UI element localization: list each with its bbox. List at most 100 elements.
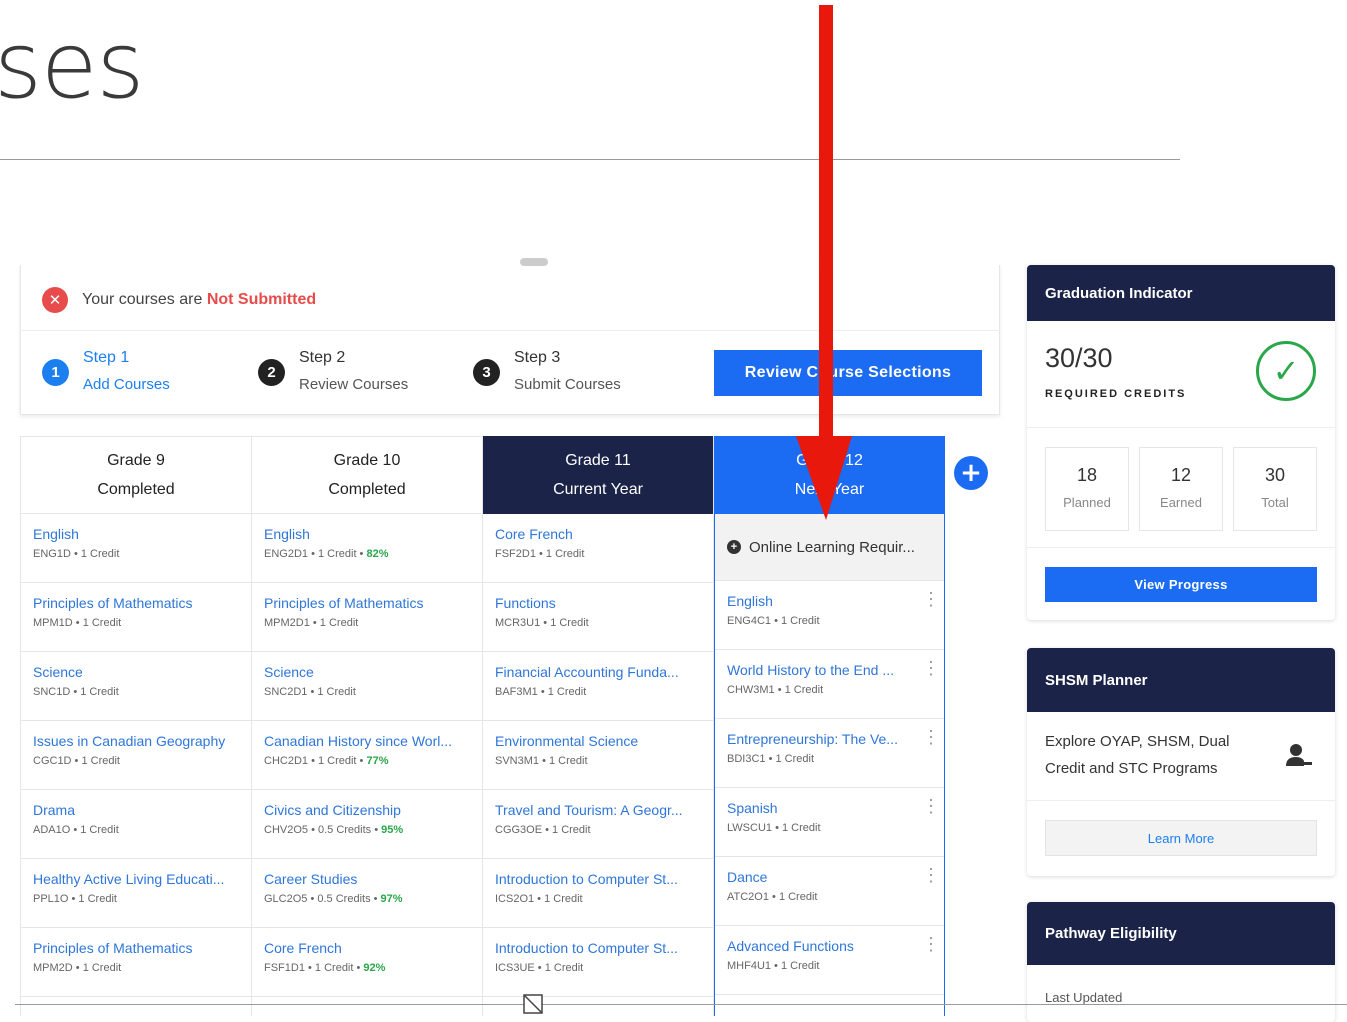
step-title: Step 2: [299, 349, 346, 366]
course-cell[interactable]: Issues in Canadian Geography CGC1D • 1 Cr…: [21, 721, 251, 790]
course-cell[interactable]: Science SNC1D • 1 Credit: [21, 652, 251, 721]
course-cell[interactable]: Core French FSF1D1 • 1 Credit • 92%: [252, 928, 482, 997]
course-code: ICS2O1 • 1 Credit: [495, 893, 583, 905]
course-cell[interactable]: Principles of Mathematics MPM1D • 1 Credi…: [21, 583, 251, 652]
grade-11-column: Grade 11 Current Year Core French FSF2D1 •…: [483, 436, 714, 1016]
step-submit-courses[interactable]: 3 Step 3 Submit Courses: [473, 345, 621, 399]
online-learning-requirement[interactable]: + Online Learning Requir...: [715, 514, 944, 581]
course-cell[interactable]: Canadian History since Worl... CHC2D1 • 1…: [252, 721, 482, 790]
course-name[interactable]: Healthy Active Living Educati...: [33, 870, 238, 888]
course-name[interactable]: Travel and Tourism: A Geogr...: [495, 801, 700, 819]
course-cell[interactable]: Science SNC2D1 • 1 Credit: [252, 652, 482, 721]
course-cell[interactable]: Core French FSF2D1 • 1 Credit: [483, 514, 713, 583]
course-name[interactable]: Financial Accounting Funda...: [495, 663, 700, 681]
course-cell[interactable]: Introduction to Computer St... ICS2O1 • 1…: [483, 859, 713, 928]
course-code: CHC2D1 • 1 Credit • 77%: [264, 755, 389, 767]
more-options-icon[interactable]: ⋮: [922, 590, 940, 608]
course-cell[interactable]: English ENG2D1 • 1 Credit • 82%: [252, 514, 482, 583]
course-cell[interactable]: World History to the End ... CHW3M1 • 1 C…: [715, 650, 944, 719]
course-name[interactable]: Introduction to Computer St...: [495, 870, 700, 888]
course-name[interactable]: Principles of Mathematics: [264, 594, 469, 612]
drag-handle[interactable]: [520, 258, 548, 266]
course-name[interactable]: Science: [33, 663, 238, 681]
course-name[interactable]: World History to the End ...: [727, 661, 932, 679]
course-cell[interactable]: Dance ATC2O1 • 1 Credit ⋮: [715, 857, 944, 926]
course-cell[interactable]: Advanced Functions MHF4U1 • 1 Credit ⋮: [715, 926, 944, 995]
course-name[interactable]: Environmental Science: [495, 732, 700, 750]
review-course-selections-button[interactable]: Review Course Selections: [714, 350, 982, 396]
course-code: BDI3C1 • 1 Credit: [727, 753, 814, 765]
course-cell[interactable]: Environmental Science SVN3M1 • 1 Credit: [483, 721, 713, 790]
course-name[interactable]: English: [727, 592, 932, 610]
course-name[interactable]: Core French: [495, 525, 700, 543]
divider: [1027, 427, 1335, 428]
course-cell[interactable]: English ENG1D • 1 Credit: [21, 514, 251, 583]
course-name[interactable]: Entrepreneurship: The Ve...: [727, 730, 932, 748]
course-cell[interactable]: Spanish LWSCU1 • 1 Credit ⋮: [715, 788, 944, 857]
step-number-icon: 3: [473, 358, 500, 386]
course-grade: 97%: [380, 893, 403, 905]
course-cell[interactable]: English ENG4C1 • 1 Credit ⋮: [715, 581, 944, 650]
step-add-courses[interactable]: 1 Step 1 Add Courses: [42, 345, 170, 399]
course-code: MPM2D1 • 1 Credit: [264, 617, 359, 629]
course-code: ENG4C1 • 1 Credit: [727, 615, 820, 627]
course-cell[interactable]: Healthy Active Living Educati... PPL1O • …: [21, 859, 251, 928]
view-progress-button[interactable]: View Progress: [1045, 567, 1317, 602]
divider: [1027, 800, 1335, 801]
course-grade: 82%: [366, 548, 389, 560]
course-grade: 92%: [363, 962, 386, 974]
course-name[interactable]: Spanish: [727, 799, 932, 817]
course-name[interactable]: Functions: [495, 594, 700, 612]
course-name[interactable]: English: [33, 525, 238, 543]
course-name[interactable]: Advanced Functions: [727, 937, 932, 955]
course-name[interactable]: Civics and Citizenship: [264, 801, 469, 819]
course-cell[interactable]: Civics and Citizenship CHV2O5 • 0.5 Credi…: [252, 790, 482, 859]
course-name[interactable]: Career Studies: [264, 870, 469, 888]
course-code: ICS3UE • 1 Credit: [495, 962, 584, 974]
course-code: FSF1D1 • 1 Credit • 92%: [264, 962, 386, 974]
course-cell[interactable]: Functions MCR3U1 • 1 Credit: [483, 583, 713, 652]
more-options-icon[interactable]: ⋮: [922, 728, 940, 746]
divider: [20, 330, 1000, 331]
more-options-icon[interactable]: ⋮: [922, 866, 940, 884]
course-name[interactable]: Science: [264, 663, 469, 681]
step-review-courses[interactable]: 2 Step 2 Review Courses: [258, 345, 408, 399]
course-cell[interactable]: Entrepreneurship: The Ve... BDI3C1 • 1 Cr…: [715, 719, 944, 788]
page-title: ses: [0, 12, 144, 119]
course-name[interactable]: Core French: [264, 939, 469, 957]
learn-more-button[interactable]: Learn More: [1045, 820, 1317, 856]
resize-icon[interactable]: [522, 993, 544, 1015]
course-grade: 95%: [381, 824, 404, 836]
shsm-planner-card: SHSM Planner Explore OYAP, SHSM, Dual Cr…: [1027, 648, 1335, 876]
course-cell[interactable]: Travel and Tourism: A Geogr... CGG3OE • 1…: [483, 790, 713, 859]
credits-value: 30/30: [1045, 343, 1113, 373]
course-cell[interactable]: Career Studies GLC2O5 • 0.5 Credits • 97%: [252, 859, 482, 928]
course-name[interactable]: Dance: [727, 868, 932, 886]
course-name[interactable]: Principles of Mathematics: [33, 594, 238, 612]
course-cell[interactable]: Drama ADA1O • 1 Credit: [21, 790, 251, 859]
course-cell[interactable]: Principles of Mathematics MPM2D1 • 1 Cred…: [252, 583, 482, 652]
course-name[interactable]: Introduction to Computer St...: [495, 939, 700, 957]
course-code: GLC2O5 • 0.5 Credits • 97%: [264, 893, 403, 905]
course-cell[interactable]: Principles of Mathematics MPM2D • 1 Credi…: [21, 928, 251, 997]
course-cell[interactable]: Introduction to Computer St... ICS3UE • 1…: [483, 928, 713, 997]
more-options-icon[interactable]: ⋮: [922, 935, 940, 953]
step-subtitle: Review Courses: [299, 376, 409, 393]
more-options-icon[interactable]: ⋮: [922, 797, 940, 815]
grade-10-column: Grade 10 Completed English ENG2D1 • 1 Cred…: [252, 436, 483, 1016]
course-code: MPM2D • 1 Credit: [33, 962, 122, 974]
divider: [1027, 547, 1335, 548]
grade-header: Grade 9 Completed: [21, 436, 251, 514]
course-name[interactable]: Canadian History since Worl...: [264, 732, 469, 750]
add-year-button[interactable]: +: [954, 456, 988, 490]
person-minus-icon[interactable]: [1283, 742, 1313, 772]
more-options-icon[interactable]: ⋮: [922, 659, 940, 677]
course-name[interactable]: English: [264, 525, 469, 543]
course-name[interactable]: Drama: [33, 801, 238, 819]
course-cell[interactable]: Financial Accounting Funda... BAF3M1 • 1 …: [483, 652, 713, 721]
course-code: SNC1D • 1 Credit: [33, 686, 119, 698]
course-name[interactable]: Issues in Canadian Geography: [33, 732, 238, 750]
bottom-divider: [15, 1004, 1347, 1005]
course-code: FSF2D1 • 1 Credit: [495, 548, 585, 560]
course-name[interactable]: Principles of Mathematics: [33, 939, 238, 957]
